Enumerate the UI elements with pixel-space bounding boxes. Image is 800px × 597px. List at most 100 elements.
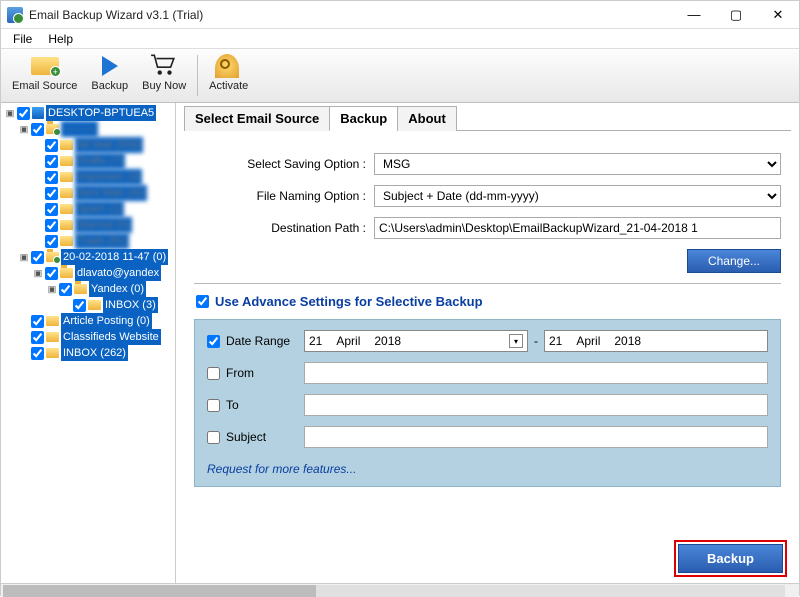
horizontal-scrollbar[interactable] xyxy=(3,585,785,597)
tree-checkbox[interactable] xyxy=(45,267,58,280)
tree-starred[interactable]: Starred (0) xyxy=(33,217,173,233)
folder-icon xyxy=(60,156,73,166)
play-icon xyxy=(96,54,124,78)
close-button[interactable]: ✕ xyxy=(757,1,799,29)
chevron-down-icon[interactable]: ▾ xyxy=(509,334,523,348)
from-checkbox[interactable] xyxy=(207,367,220,380)
collapse-icon[interactable]: ▣ xyxy=(5,105,15,121)
advance-settings-toggle[interactable]: Use Advance Settings for Selective Backu… xyxy=(196,294,779,309)
destination-path-input[interactable] xyxy=(374,217,781,239)
backup-action-zone: Backup xyxy=(674,540,787,577)
minimize-button[interactable]: — xyxy=(673,1,715,29)
tree-drafts[interactable]: Drafts (7) xyxy=(33,153,173,169)
separator xyxy=(194,283,781,284)
menu-bar: File Help xyxy=(1,29,799,49)
tree-root[interactable]: ▣DESKTOP-BPTUEA5 ▣——— All Mail (558) Dra… xyxy=(5,105,173,361)
tree-yandex[interactable]: ▣Yandex (0) INBOX (3) xyxy=(47,281,173,313)
to-checkbox[interactable] xyxy=(207,399,220,412)
tree-checkbox[interactable] xyxy=(45,203,58,216)
tree-dated-folder[interactable]: ▣20-02-2018 11-47 (0) ▣dlavato@yandex ▣Y… xyxy=(19,249,173,313)
content-area: ▣DESKTOP-BPTUEA5 ▣——— All Mail (558) Dra… xyxy=(1,103,799,583)
from-label: From xyxy=(226,366,304,380)
scrollbar-thumb[interactable] xyxy=(3,585,316,597)
tree-checkbox[interactable] xyxy=(31,347,44,360)
to-input[interactable] xyxy=(304,394,768,416)
app-icon xyxy=(7,7,23,23)
main-panel: Select Email Source Backup About Select … xyxy=(176,103,799,583)
tree-checkbox[interactable] xyxy=(31,315,44,328)
maximize-button[interactable]: ▢ xyxy=(715,1,757,29)
toolbar-separator xyxy=(197,55,198,96)
status-bar xyxy=(1,583,799,597)
computer-icon xyxy=(32,107,44,119)
toolbar: + Email Source Backup Buy Now Activate xyxy=(1,49,799,103)
tree-important[interactable]: Important (3) xyxy=(33,169,173,185)
key-icon xyxy=(215,54,243,78)
cart-icon xyxy=(150,54,178,78)
date-range-checkbox[interactable] xyxy=(207,335,220,348)
tree-inbox-small[interactable]: INBOX (3) xyxy=(61,297,173,313)
folder-icon xyxy=(88,300,101,310)
to-label: To xyxy=(226,398,304,412)
tree-dlavato[interactable]: ▣dlavato@yandex ▣Yandex (0) INBOX (3) xyxy=(33,265,173,313)
tree-checkbox[interactable] xyxy=(45,235,58,248)
tree-trash[interactable]: Trash (91) xyxy=(33,233,173,249)
file-naming-label: File Naming Option : xyxy=(194,189,374,203)
folder-plus-icon: + xyxy=(31,54,59,78)
tab-about[interactable]: About xyxy=(397,106,457,131)
tree-spam[interactable]: Spam (1) xyxy=(33,201,173,217)
advance-settings-panel: Date Range 21 April 2018 ▾ - 21 April 20… xyxy=(194,319,781,487)
tree-all-mail[interactable]: All Mail (558) xyxy=(33,137,173,153)
collapse-icon[interactable]: ▣ xyxy=(47,281,57,297)
date-separator: - xyxy=(528,334,544,348)
tree-checkbox[interactable] xyxy=(45,155,58,168)
tree-classifieds[interactable]: Classifieds Website xyxy=(19,329,173,345)
subject-label: Subject xyxy=(226,430,304,444)
tree-checkbox[interactable] xyxy=(31,251,44,264)
backup-form: Select Saving Option : MSG File Naming O… xyxy=(184,131,791,495)
folder-tree[interactable]: ▣DESKTOP-BPTUEA5 ▣——— All Mail (558) Dra… xyxy=(1,103,176,583)
date-to-picker[interactable]: 21 April 2018 xyxy=(544,330,768,352)
backup-highlight: Backup xyxy=(674,540,787,577)
email-source-button[interactable]: + Email Source xyxy=(5,51,84,95)
menu-file[interactable]: File xyxy=(5,30,40,48)
tree-checkbox[interactable] xyxy=(17,107,30,120)
title-bar: Email Backup Wizard v3.1 (Trial) — ▢ ✕ xyxy=(1,1,799,29)
tree-checkbox[interactable] xyxy=(45,187,58,200)
activate-button[interactable]: Activate xyxy=(202,51,255,95)
tree-checkbox[interactable] xyxy=(31,331,44,344)
backup-button[interactable]: Backup xyxy=(678,544,783,573)
tree-checkbox[interactable] xyxy=(73,299,86,312)
tab-backup[interactable]: Backup xyxy=(329,106,398,131)
tab-strip: Select Email Source Backup About xyxy=(184,105,791,131)
tree-sent-mail[interactable]: Sent Mail (32) xyxy=(33,185,173,201)
tab-select-email-source[interactable]: Select Email Source xyxy=(184,106,330,131)
collapse-icon[interactable]: ▣ xyxy=(33,265,43,281)
collapse-icon[interactable]: ▣ xyxy=(19,121,29,137)
tree-checkbox[interactable] xyxy=(59,283,72,296)
menu-help[interactable]: Help xyxy=(40,30,81,48)
change-button[interactable]: Change... xyxy=(687,249,781,273)
tree-account[interactable]: ▣——— All Mail (558) Drafts (7) Important… xyxy=(19,121,173,249)
tree-article-posting[interactable]: Article Posting (0) xyxy=(19,313,173,329)
folder-icon xyxy=(46,316,59,326)
subject-checkbox[interactable] xyxy=(207,431,220,444)
tree-checkbox[interactable] xyxy=(31,123,44,136)
folder-icon xyxy=(60,172,73,182)
request-features-link[interactable]: Request for more features... xyxy=(207,462,356,476)
file-naming-select[interactable]: Subject + Date (dd-mm-yyyy) xyxy=(374,185,781,207)
date-from-picker[interactable]: 21 April 2018 ▾ xyxy=(304,330,528,352)
tree-checkbox[interactable] xyxy=(45,171,58,184)
advance-settings-checkbox[interactable] xyxy=(196,295,209,308)
from-input[interactable] xyxy=(304,362,768,384)
subject-input[interactable] xyxy=(304,426,768,448)
backup-button-toolbar[interactable]: Backup xyxy=(84,51,135,95)
tree-checkbox[interactable] xyxy=(45,219,58,232)
folder-icon xyxy=(60,188,73,198)
tree-inbox-big[interactable]: INBOX (262) xyxy=(19,345,173,361)
saving-option-select[interactable]: MSG xyxy=(374,153,781,175)
collapse-icon[interactable]: ▣ xyxy=(19,249,29,265)
tree-checkbox[interactable] xyxy=(45,139,58,152)
buy-now-button[interactable]: Buy Now xyxy=(135,51,193,95)
folder-icon xyxy=(46,124,59,134)
